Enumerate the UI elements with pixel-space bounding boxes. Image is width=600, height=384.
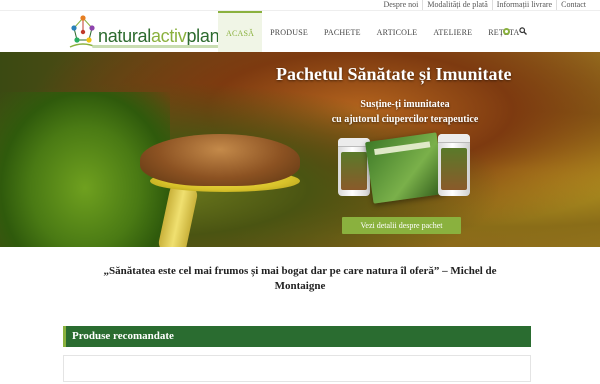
main-navigation: ACASĂ PRODUSE PACHETE ARTICOLE ATELIERE … (218, 11, 528, 53)
view-package-button[interactable]: Vezi detalii despre pachet (342, 217, 461, 234)
product-jar-right (438, 134, 470, 196)
mushroom-cap (140, 134, 300, 186)
nav-item-articole[interactable]: ARTICOLE (369, 11, 426, 53)
nav-item-pachete[interactable]: PACHETE (316, 11, 369, 53)
recommended-products-header: Produse recomandate (63, 326, 531, 347)
link-informatii-livrare[interactable]: Informații livrare (491, 0, 556, 10)
product-box (365, 132, 445, 204)
utility-links: Despre noi Modalități de plată Informați… (379, 0, 590, 10)
hero-subtitle-line1: Susține-ți imunitatea (360, 99, 450, 110)
link-modalitati-plata[interactable]: Modalități de plată (422, 0, 491, 10)
search-icon[interactable] (519, 27, 527, 35)
top-utility-bar: Despre noi Modalități de plată Informați… (0, 0, 600, 10)
hero-subtitle-line2: cu ajutorul ciupercilor terapeutice (331, 114, 479, 125)
link-contact[interactable]: Contact (556, 0, 590, 10)
link-despre-noi[interactable]: Despre noi (379, 0, 422, 10)
nav-icon-group (503, 27, 527, 35)
recommended-products-title: Produse recomandate (72, 330, 174, 342)
leaf-circle-icon[interactable] (503, 27, 510, 35)
recommended-products-list (63, 355, 531, 382)
nav-item-acasa[interactable]: ACASĂ (218, 11, 263, 53)
hero-subtitle: Susține-ți imunitatea cu ajutorul ciuper… (320, 97, 490, 127)
logo-text-activ: activ (150, 26, 187, 46)
site-logo[interactable]: naturalactivplant (68, 12, 236, 52)
site-header: naturalactivplant ACASĂ PRODUSE PACHETE … (0, 10, 600, 53)
logo-swoosh (92, 45, 232, 48)
nav-item-ateliere[interactable]: ATELIERE (425, 11, 480, 53)
logo-wordmark: naturalactivplant (98, 26, 224, 47)
logo-text-natural: natural (98, 26, 151, 46)
nav-item-produse[interactable]: PRODUSE (262, 11, 316, 53)
hero-title: Pachetul Sănătate și Imunitate (276, 64, 512, 84)
quote-text: „Sănătatea este cel mai frumos și mai bo… (103, 265, 497, 292)
